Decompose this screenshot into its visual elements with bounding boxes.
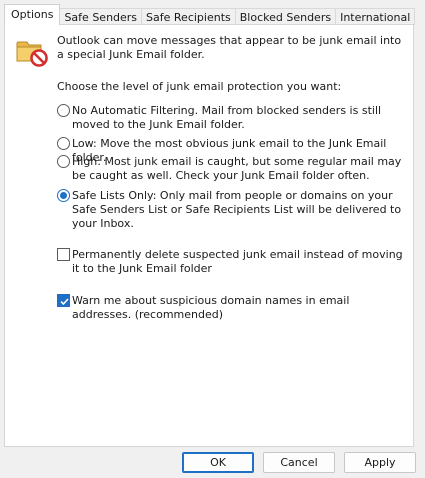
warn-domains-checkbox-row[interactable]: Warn me about suspicious domain names in… [57, 294, 409, 322]
checkmark-icon [60, 298, 69, 306]
tab-options[interactable]: Options [4, 4, 61, 25]
radio-button[interactable] [57, 155, 70, 168]
permanently-delete-checkbox[interactable] [57, 248, 70, 261]
intro-text: Outlook can move messages that appear to… [57, 34, 402, 61]
radio-button-selected[interactable] [57, 189, 70, 202]
radio-safe-lists-only[interactable]: Safe Lists Only: Only mail from people o… [57, 189, 409, 231]
tab-safe-recipients[interactable]: Safe Recipients [141, 8, 236, 25]
radio-label: No Automatic Filtering. Mail from blocke… [72, 104, 382, 131]
radio-no-automatic-filtering[interactable]: No Automatic Filtering. Mail from blocke… [57, 104, 409, 132]
junk-folder-blocked-icon [15, 35, 49, 67]
checkbox-label: Permanently delete suspected junk email … [72, 248, 403, 275]
radio-button[interactable] [57, 137, 70, 150]
tab-strip: Options Safe Senders Safe Recipients Blo… [4, 4, 416, 25]
radio-button[interactable] [57, 104, 70, 117]
warn-domains-checkbox[interactable] [57, 294, 70, 307]
options-panel: Outlook can move messages that appear to… [4, 24, 414, 447]
ok-button[interactable]: OK [182, 452, 254, 473]
checkbox-label: Warn me about suspicious domain names in… [72, 294, 350, 321]
protection-level-prompt: Choose the level of junk email protectio… [57, 80, 342, 93]
apply-button[interactable]: Apply [344, 452, 416, 473]
cancel-button[interactable]: Cancel [263, 452, 335, 473]
tab-blocked-senders[interactable]: Blocked Senders [234, 8, 337, 25]
tab-safe-senders[interactable]: Safe Senders [59, 8, 143, 25]
radio-label: High: Most junk email is caught, but som… [72, 155, 402, 182]
tab-international[interactable]: International [335, 8, 416, 25]
radio-label: Safe Lists Only: Only mail from people o… [72, 189, 402, 230]
radio-high[interactable]: High: Most junk email is caught, but som… [57, 155, 409, 183]
permanently-delete-checkbox-row[interactable]: Permanently delete suspected junk email … [57, 248, 409, 276]
